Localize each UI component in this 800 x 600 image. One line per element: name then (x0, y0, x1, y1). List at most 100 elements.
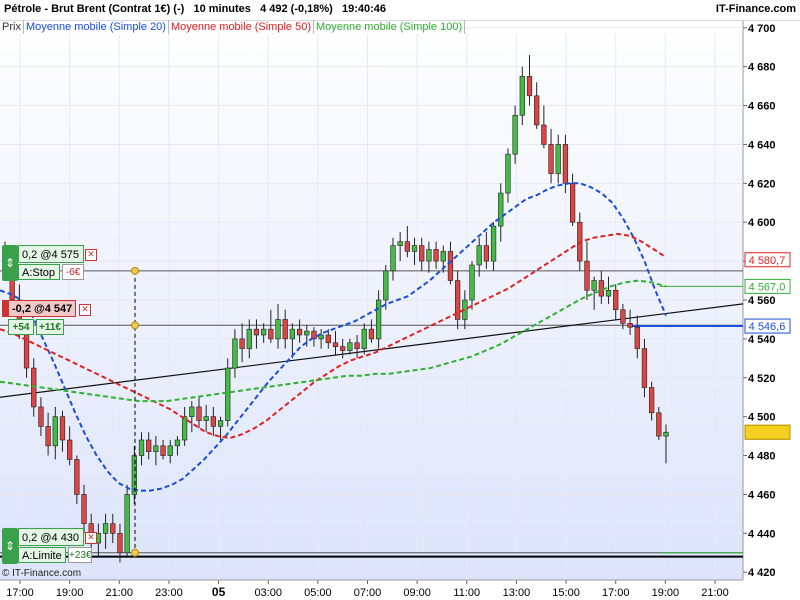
candle-body (181, 416, 188, 441)
candle-body (634, 326, 640, 349)
candle-body (304, 330, 310, 336)
price-tag-label: 4 546,6 (749, 321, 786, 333)
y-tick-label: 4 480 (748, 451, 776, 463)
y-tick-label: 4 520 (748, 373, 776, 385)
legend-item-ma20[interactable]: Moyenne mobile (Simple 20) (24, 20, 169, 34)
order-handle-icon[interactable]: ⇕ (2, 245, 18, 281)
candle-body (296, 328, 303, 336)
candle-body (174, 439, 181, 447)
candle-body (605, 289, 612, 297)
candle-body (397, 241, 403, 246)
x-tick-label: 21:00 (701, 587, 729, 599)
candle-body (469, 264, 475, 301)
candle-body (483, 245, 490, 262)
candle-body (124, 494, 130, 554)
limit-handle-icon[interactable]: ⇕ (2, 528, 18, 564)
candle-body (59, 416, 66, 441)
candle-body (275, 319, 281, 340)
candle-body (117, 533, 123, 554)
candle-body (246, 328, 252, 349)
candle-body (167, 445, 173, 456)
candle-body (383, 270, 389, 301)
price-tag-label: 4 567,0 (749, 281, 786, 293)
candle-body (541, 124, 547, 145)
candle-body (641, 348, 648, 388)
copyright: © IT-Finance.com (2, 568, 82, 579)
stop-order-label: 0,2 @4 575 (18, 245, 84, 263)
candle-body (225, 367, 231, 421)
candle-body (368, 328, 375, 340)
candle-body (153, 445, 159, 452)
x-tick-label: 09:00 (403, 587, 431, 599)
limit-order-close-icon[interactable]: ✕ (85, 532, 97, 544)
candle-body (102, 523, 109, 534)
limit-order-tag[interactable]: ⇕ 0,2 @4 430 ✕ A:Limite +23€ (2, 528, 97, 566)
x-tick-label: 11:00 (453, 587, 480, 599)
current-price-box (744, 424, 791, 440)
position-tag[interactable]: -0,2 @4 547 ✕ +54 +11€ (2, 300, 94, 336)
candle-body (253, 328, 260, 336)
candle-body (67, 439, 73, 460)
candle-body (138, 439, 145, 456)
candle-body (476, 245, 482, 266)
legend-item-ma100[interactable]: Moyenne mobile (Simple 100) (314, 20, 466, 34)
title-bar: Pétrole - Brut Brent (Contrat 1€) (-) 10… (0, 0, 800, 21)
candle-body (110, 523, 116, 534)
candle-body (447, 251, 454, 281)
indicator-legend: Prix Moyenne mobile (Simple 20) Moyenne mo… (0, 20, 466, 34)
candle-body (648, 387, 655, 414)
candle-body (210, 416, 216, 427)
legend-item-price[interactable]: Prix (0, 20, 24, 34)
x-tick-label: 15:00 (552, 587, 580, 599)
candle-body (239, 338, 245, 349)
candle-body (232, 338, 238, 369)
order-marker (131, 266, 139, 275)
candle-body (591, 280, 597, 291)
candle-body (340, 346, 346, 351)
limit-order-label: 0,2 @4 430 (18, 528, 84, 546)
candle-body (512, 114, 518, 155)
x-tick-label: 03:00 (254, 587, 282, 599)
y-tick-label: 4 700 (748, 23, 776, 35)
candle-body (203, 416, 209, 421)
x-tick-label: 17:00 (6, 587, 34, 599)
price-chart[interactable]: 4 420 4 440 4 460 4 480 4 500 4 520 4 540 4 560… (0, 0, 800, 600)
candle-body (519, 76, 525, 116)
price-axis: 4 420 4 440 4 460 4 480 4 500 4 520 4 540 4 560… (743, 23, 776, 579)
candle-body (361, 328, 367, 349)
candle-body (505, 153, 511, 194)
y-tick-label: 4 560 (748, 295, 776, 307)
candle-body (160, 445, 166, 456)
candle-body (411, 245, 418, 252)
candle-body (555, 144, 561, 174)
y-tick-label: 4 540 (748, 334, 776, 346)
stop-order-pnl: -6€ (62, 264, 84, 280)
chart-title: Pétrole - Brut Brent (Contrat 1€) (-) 10… (4, 3, 387, 15)
x-tick-label: 21:00 (106, 587, 134, 599)
brand-label: IT-Finance.com (715, 3, 796, 15)
x-tick-label: 23:00 (155, 587, 183, 599)
legend-item-ma50[interactable]: Moyenne mobile (Simple 50) (169, 20, 314, 34)
candle-body (268, 328, 274, 340)
y-tick-label: 4 420 (748, 567, 776, 579)
x-tick-label: 05:00 (304, 587, 332, 599)
candle-body (598, 280, 604, 297)
y-tick-label: 4 680 (748, 62, 776, 74)
candle-body (289, 328, 296, 340)
candle-body (74, 459, 80, 495)
candle-body (52, 416, 58, 447)
candle-body (81, 494, 87, 524)
candle-body (261, 328, 267, 336)
candle-body (347, 342, 353, 351)
position-close-icon[interactable]: ✕ (79, 304, 91, 316)
limit-order-type: A:Limite (18, 547, 66, 563)
y-tick-label: 4 600 (748, 217, 776, 229)
position-pnl-points: +54 (8, 319, 34, 335)
stop-order-close-icon[interactable]: ✕ (85, 249, 97, 261)
price-tag-label: 4 580,7 (749, 255, 786, 267)
chart-window: 4 420 4 440 4 460 4 480 4 500 4 520 4 540 4 560… (0, 0, 800, 600)
candle-body (375, 299, 382, 340)
stop-order-tag[interactable]: ⇕ 0,2 @4 575 ✕ A:Stop -6€ (2, 245, 97, 283)
x-tick-label: 13:00 (503, 587, 531, 599)
candle-body (526, 76, 533, 97)
